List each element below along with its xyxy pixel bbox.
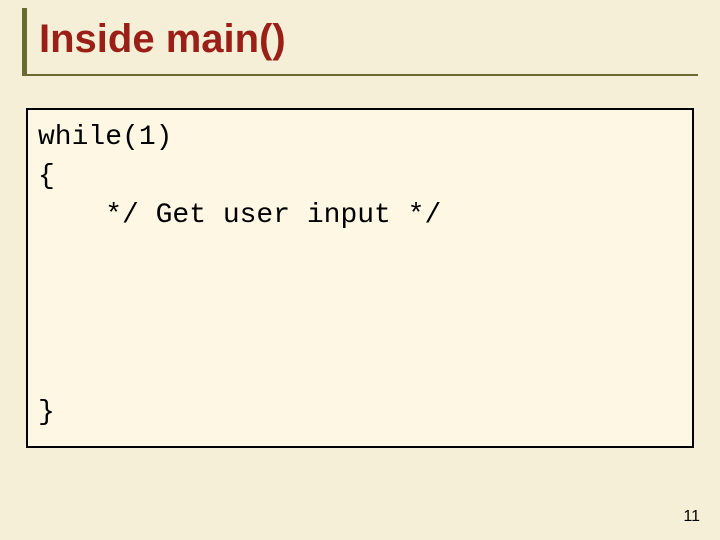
code-line-2: { — [38, 161, 55, 192]
slide: Inside main() while(1) { */ Get user inp… — [0, 0, 720, 540]
code-line-3: */ Get user input */ — [38, 200, 441, 231]
page-number: 11 — [683, 508, 700, 526]
slide-title: Inside main() — [39, 18, 698, 60]
code-box: while(1) { */ Get user input */} — [26, 108, 694, 448]
title-container: Inside main() — [22, 8, 698, 76]
code-line-1: while(1) — [38, 122, 172, 153]
code-brace-close: } — [38, 393, 55, 432]
code-block: while(1) { */ Get user input */} — [38, 118, 682, 236]
